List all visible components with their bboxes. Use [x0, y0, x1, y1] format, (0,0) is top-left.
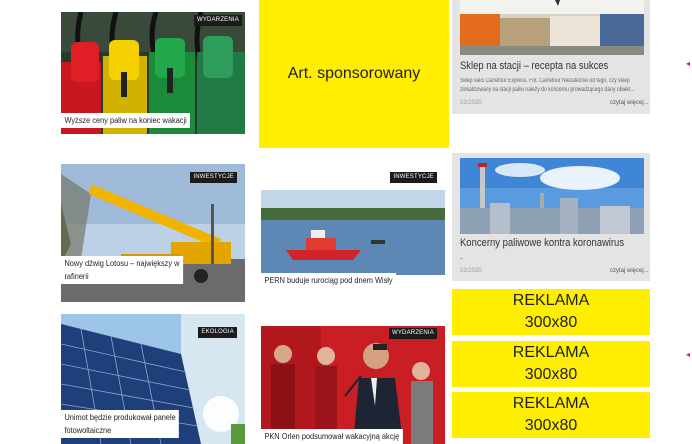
sponsored-label: Art. sponsorowany: [287, 65, 421, 82]
ad-banner[interactable]: REKLAMA 300x80: [452, 392, 650, 438]
article-card-lotos-crane[interactable]: INWESTYCJE Nowy dźwig Lotosu – największ…: [61, 164, 245, 302]
side-article-date: 02/2020: [460, 100, 482, 106]
read-more-link[interactable]: czytaj więcej...: [610, 268, 649, 274]
article-title[interactable]: Wyższe ceny paliw na koniec wakacji: [61, 113, 191, 128]
article-category-tag: INWESTYCJE: [190, 172, 237, 183]
article-category-tag: INWESTYCJE: [390, 172, 437, 183]
article-card-unimot-solar[interactable]: EKOLOGIA Unimot będzie produkował panele…: [61, 314, 245, 444]
article-category-tag: WYDARZENIA: [388, 328, 437, 339]
store-interior-image: [460, 0, 644, 55]
article-card-fuel-prices[interactable]: WYDARZENIA Wyższe ceny paliw na koniec w…: [61, 12, 245, 134]
refinery-image: [460, 158, 644, 234]
read-more-link[interactable]: czytaj więcej...: [610, 100, 649, 106]
article-card-pern-pipeline[interactable]: INWESTYCJE PERN buduje rurociąg pod dnem…: [261, 170, 445, 288]
article-category-tag: EKOLOGIA: [198, 327, 237, 338]
side-article-title[interactable]: Sklep na stacji – recepta na sukces: [460, 60, 608, 72]
side-article-description: –: [460, 256, 463, 262]
sponsored-article-box[interactable]: Art. sponsorowany: [259, 0, 449, 148]
river-boat-image: [261, 190, 445, 275]
side-article-title[interactable]: Koncerny paliwowe kontra koronawirus: [460, 237, 624, 249]
side-article-description: Sklep sieci Carrefour Express. Fot. Carr…: [460, 78, 635, 93]
article-title[interactable]: PKN Orlen podsumował wakacyjną akcję: [261, 429, 403, 444]
left-arrow-icon[interactable]: ◂: [686, 59, 690, 68]
article-card-orlen-summary[interactable]: WYDARZENIA PKN Orlen podsumował wakacyjn…: [261, 326, 445, 444]
side-article-date: 02/2020: [460, 268, 482, 274]
ad-banner[interactable]: REKLAMA 300x80: [452, 341, 650, 387]
article-category-tag: WYDARZENIA: [193, 15, 242, 26]
article-title[interactable]: Unimot będzie produkował panele fotowolt…: [61, 410, 180, 438]
side-article-store[interactable]: Sklep na stacji – recepta na sukces Skle…: [452, 0, 650, 114]
ad-banner[interactable]: REKLAMA 300x80: [452, 289, 650, 335]
article-title[interactable]: Nowy dźwig Lotosu – największy w rafiner…: [61, 256, 183, 284]
article-title[interactable]: PERN buduje rurociąg pod dnem Wisły: [261, 273, 397, 288]
side-article-coronavirus[interactable]: Koncerny paliwowe kontra koronawirus – 0…: [452, 153, 650, 281]
press-conference-image: [261, 326, 445, 444]
left-arrow-icon[interactable]: ◂: [686, 350, 690, 359]
